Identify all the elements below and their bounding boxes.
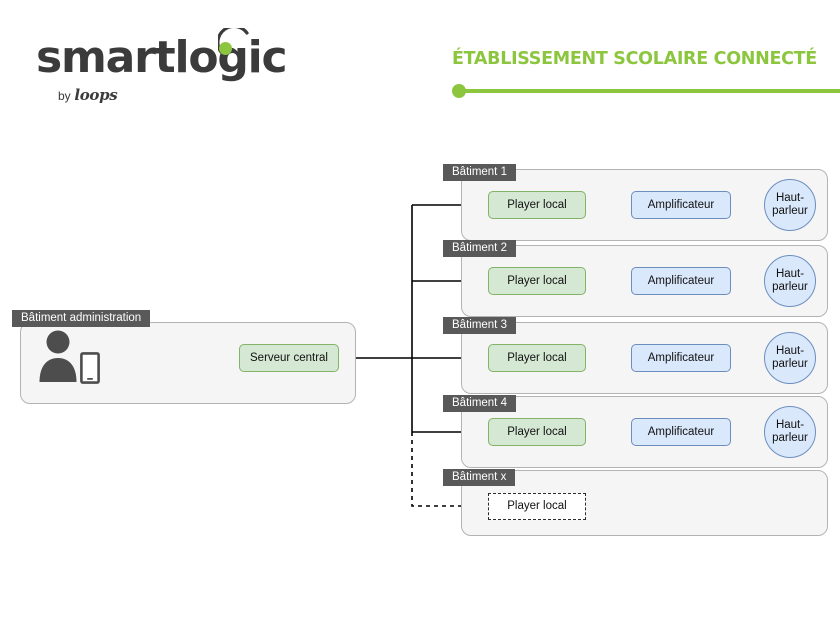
smartphone-icon	[80, 352, 100, 384]
group-label-batiment-1: Bâtiment 1	[443, 164, 516, 181]
node-haut-parleur-3-line2: parleur	[772, 358, 808, 370]
node-haut-parleur-4[interactable]: Haut- parleur	[764, 406, 816, 458]
node-haut-parleur-1-line2: parleur	[772, 205, 808, 217]
node-haut-parleur-2-line1: Haut-	[775, 268, 805, 280]
node-haut-parleur-1-line1: Haut-	[775, 192, 805, 204]
node-amplificateur-3[interactable]: Amplificateur	[631, 344, 731, 372]
node-player-local-4[interactable]: Player local	[488, 418, 586, 446]
node-haut-parleur-3-line1: Haut-	[775, 345, 805, 357]
node-haut-parleur-2-line2: parleur	[772, 281, 808, 293]
node-amplificateur-4[interactable]: Amplificateur	[631, 418, 731, 446]
network-architecture-diagram: Bâtiment administration Serveur central …	[0, 0, 840, 620]
node-haut-parleur-2[interactable]: Haut- parleur	[764, 255, 816, 307]
group-label-batiment-2: Bâtiment 2	[443, 240, 516, 257]
node-amplificateur-1[interactable]: Amplificateur	[631, 191, 731, 219]
group-label-batiment-4: Bâtiment 4	[443, 395, 516, 412]
group-label-batiment-x: Bâtiment x	[443, 469, 516, 486]
node-haut-parleur-4-line1: Haut-	[775, 419, 805, 431]
group-label-batiment-administration: Bâtiment administration	[12, 310, 151, 327]
node-haut-parleur-4-line2: parleur	[772, 432, 808, 444]
node-amplificateur-2[interactable]: Amplificateur	[631, 267, 731, 295]
node-player-local-3[interactable]: Player local	[488, 344, 586, 372]
node-haut-parleur-1[interactable]: Haut- parleur	[764, 179, 816, 231]
person-icon	[39, 330, 77, 382]
node-player-local-2[interactable]: Player local	[488, 267, 586, 295]
node-haut-parleur-3[interactable]: Haut- parleur	[764, 332, 816, 384]
group-label-batiment-3: Bâtiment 3	[443, 317, 516, 334]
node-serveur-central[interactable]: Serveur central	[239, 344, 339, 372]
node-player-local-1[interactable]: Player local	[488, 191, 586, 219]
node-player-local-x[interactable]: Player local	[488, 493, 586, 520]
